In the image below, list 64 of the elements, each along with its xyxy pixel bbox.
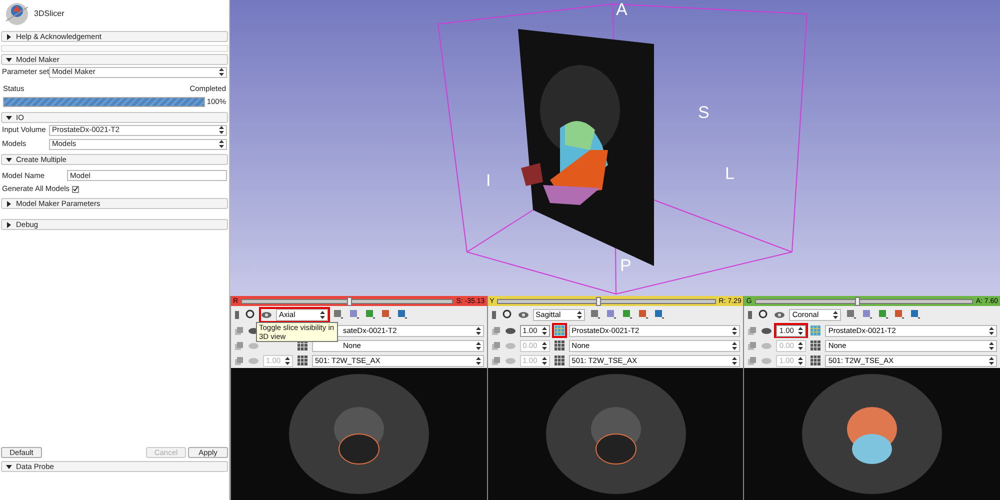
eye-icon[interactable] — [774, 310, 786, 318]
label-map-icon[interactable] — [554, 325, 565, 336]
orientation-label: S — [698, 104, 710, 121]
tool-icon[interactable] — [606, 309, 617, 320]
spin-arrows-icon — [542, 356, 547, 364]
expanded-arrow-icon — [6, 464, 12, 470]
expanded-arrow-icon — [6, 156, 12, 162]
tool-icon[interactable] — [894, 309, 906, 320]
spin-arrows-icon — [219, 140, 224, 148]
eye-icon[interactable] — [261, 310, 272, 318]
tool-icon[interactable] — [397, 309, 408, 320]
tool-icon[interactable] — [381, 309, 392, 320]
spin-arrows-icon — [576, 310, 582, 318]
tool-icon[interactable] — [862, 309, 874, 320]
spin-arrows-icon — [476, 326, 481, 334]
spin-arrows-icon — [989, 326, 994, 334]
tool-icon[interactable] — [910, 309, 922, 320]
spin-arrows-icon — [320, 310, 325, 318]
spin-arrows-icon — [476, 342, 481, 350]
slice-slider-track[interactable] — [754, 298, 973, 304]
collapsed-arrow-icon — [6, 222, 12, 228]
checkbox[interactable] — [72, 186, 79, 192]
spin-arrows-icon — [542, 326, 547, 334]
spin-arrows-icon — [285, 356, 290, 364]
orientation-label: I — [486, 172, 491, 189]
slice-slider-track[interactable] — [497, 298, 716, 304]
tool-icon[interactable] — [349, 309, 360, 320]
app-logo-text: 3DSlicer — [34, 8, 64, 20]
layers-icon[interactable] — [747, 326, 758, 336]
eye-icon[interactable] — [761, 326, 772, 334]
orientation-label: L — [725, 165, 734, 182]
spin-arrows-icon — [732, 356, 738, 364]
spin-arrows-icon — [798, 356, 804, 364]
slice-slider-thumb[interactable] — [347, 296, 352, 306]
tool-icon[interactable] — [654, 309, 665, 320]
layers-icon[interactable] — [747, 356, 758, 366]
expanded-arrow-icon — [6, 56, 12, 62]
label-map-icon[interactable] — [810, 325, 822, 336]
collapsed-arrow-icon — [6, 200, 12, 206]
spin-arrows-icon — [219, 126, 224, 134]
eye-icon[interactable] — [504, 326, 516, 334]
spin-arrows-icon — [542, 342, 547, 350]
spin-arrows-icon — [476, 356, 481, 364]
orientation-label: A — [616, 1, 628, 18]
expanded-arrow-icon — [6, 114, 12, 120]
spin-arrows-icon — [798, 326, 804, 334]
eye-icon[interactable] — [518, 310, 529, 318]
slice-slider-track[interactable] — [241, 298, 454, 304]
slice-slider-thumb[interactable] — [596, 296, 601, 306]
layers-icon[interactable] — [490, 340, 501, 350]
slice-slider-thumb[interactable] — [855, 296, 860, 306]
spin-arrows-icon — [732, 342, 738, 350]
layers-icon[interactable] — [747, 340, 758, 350]
spin-arrows-icon — [989, 356, 994, 364]
layers-icon[interactable] — [490, 356, 501, 366]
spin-arrows-icon — [732, 326, 738, 334]
tool-icon[interactable] — [638, 309, 649, 320]
spin-arrows-icon — [989, 342, 994, 350]
spin-arrows-icon — [219, 68, 224, 76]
collapsed-arrow-icon — [6, 34, 12, 40]
spin-arrows-icon — [798, 342, 804, 350]
spin-arrows-icon — [833, 310, 838, 318]
layers-icon[interactable] — [490, 326, 501, 336]
orientation-label: P — [620, 257, 632, 274]
